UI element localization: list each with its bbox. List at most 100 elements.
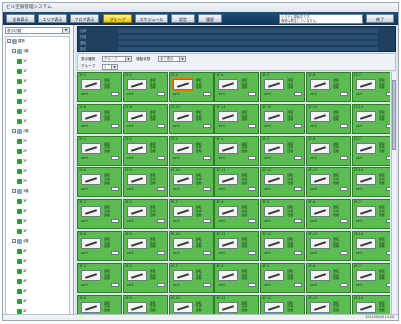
unit-card[interactable]: 4F-5 運転 冷房 自動 26℃ bbox=[260, 262, 306, 293]
unit-card[interactable]: 3F-7 運転 冷房 自動 26℃ bbox=[351, 199, 390, 230]
expand-toggle-icon[interactable]: − bbox=[7, 39, 11, 43]
tree-item[interactable]: 2F bbox=[17, 138, 27, 144]
toolbar-button-overview[interactable]: 全体表示 bbox=[6, 14, 35, 23]
unit-card[interactable]: 2F-4 運転 冷房 自動 26℃ bbox=[214, 135, 260, 166]
toolbar-button-history[interactable]: 履歴 bbox=[198, 14, 222, 23]
unit-card[interactable]: 1F-14 運転 冷房 自動 26℃ bbox=[351, 103, 390, 134]
tree-folder[interactable]: − 建物 bbox=[7, 38, 25, 44]
unit-card[interactable]: 1F-13 運転 冷房 自動 26℃ bbox=[306, 103, 351, 134]
tree-folder[interactable]: − 2階 bbox=[12, 128, 29, 134]
unit-card[interactable]: 3F-1 運転 冷房 自動 26℃ bbox=[77, 199, 122, 230]
tree-item[interactable]: 4F bbox=[17, 268, 27, 274]
unit-card[interactable]: 4F-3 運転 冷房 自動 26℃ bbox=[168, 262, 214, 293]
unit-card[interactable]: 1F-7 運転 冷房 自動 26℃ bbox=[351, 72, 390, 102]
unit-card[interactable]: 4F-4 運転 冷房 自動 26℃ bbox=[214, 262, 260, 293]
unit-card[interactable]: 3F-6 運転 冷房 自動 26℃ bbox=[306, 199, 351, 230]
unit-card[interactable]: 2F-10 運転 冷房 自動 26℃ bbox=[168, 167, 214, 198]
unit-mode-badge bbox=[385, 92, 390, 96]
unit-card[interactable]: 1F-5 運転 冷房 自動 26℃ bbox=[260, 72, 306, 102]
unit-mode-badge bbox=[111, 187, 119, 192]
unit-card[interactable]: 4F-6 運転 冷房 自動 26℃ bbox=[306, 262, 351, 293]
unit-status-line: 自動 bbox=[149, 85, 156, 90]
tree-item[interactable]: 4F bbox=[17, 258, 27, 264]
tree-folder[interactable]: − 3階 bbox=[12, 188, 29, 194]
tree-folder[interactable]: − 1階 bbox=[12, 48, 29, 54]
expand-toggle-icon[interactable]: − bbox=[12, 49, 16, 53]
unit-card[interactable]: 1F-3 運転 冷房 自動 26℃ bbox=[168, 72, 214, 102]
unit-card[interactable]: 2F-2 運転 冷房 自動 26℃ bbox=[122, 135, 168, 166]
unit-card[interactable]: 3F-9 運転 冷房 自動 26℃ bbox=[122, 231, 168, 261]
toolbar-button-floor[interactable]: フロア表示 bbox=[70, 14, 99, 23]
toolbar-button-group[interactable]: グループ bbox=[103, 14, 132, 23]
tree-item[interactable]: 2F bbox=[17, 168, 27, 174]
tree-item[interactable]: 1F bbox=[17, 108, 27, 114]
unit-card[interactable]: 3F-8 運転 冷房 自動 26℃ bbox=[77, 231, 122, 261]
expand-toggle-icon[interactable]: − bbox=[12, 239, 16, 243]
toolbar-button-area[interactable]: エリア表示 bbox=[38, 14, 67, 23]
toolbar-button-settings[interactable]: 設定 bbox=[171, 14, 195, 23]
unit-card[interactable]: 3F-10 運転 冷房 自動 26℃ bbox=[168, 231, 214, 261]
unit-card[interactable]: 3F-4 運転 冷房 自動 26℃ bbox=[214, 199, 260, 230]
unit-card[interactable]: 3F-11 運転 冷房 自動 26℃ bbox=[214, 231, 260, 261]
unit-card[interactable]: 1F-6 運転 冷房 自動 26℃ bbox=[306, 72, 351, 102]
tree-item[interactable]: 1F bbox=[17, 88, 27, 94]
unit-card[interactable]: 1F-11 運転 冷房 自動 26℃ bbox=[214, 103, 260, 134]
unit-card[interactable]: 3F-5 運転 冷房 自動 26℃ bbox=[260, 199, 306, 230]
unit-card[interactable]: 1F-10 運転 冷房 自動 26℃ bbox=[168, 103, 214, 134]
unit-card[interactable]: 2F-11 運転 冷房 自動 26℃ bbox=[214, 167, 260, 198]
expand-toggle-icon[interactable]: − bbox=[12, 189, 16, 193]
tree-item[interactable]: 3F bbox=[17, 198, 27, 204]
tree-item[interactable]: 2F bbox=[17, 178, 27, 184]
unit-card[interactable]: 2F-7 運転 冷房 自動 26℃ bbox=[351, 135, 390, 166]
tree-item[interactable]: 2F bbox=[17, 148, 27, 154]
unit-card[interactable]: 3F-2 運転 冷房 自動 26℃ bbox=[122, 199, 168, 230]
unit-card[interactable]: 2F-9 運転 冷房 自動 26℃ bbox=[122, 167, 168, 198]
tree-item[interactable]: 1F bbox=[17, 58, 27, 64]
unit-card[interactable]: 2F-8 運転 冷房 自動 26℃ bbox=[77, 167, 122, 198]
tree-item[interactable]: 4F bbox=[17, 248, 27, 254]
view-select[interactable]: 表示切替 ▼ bbox=[5, 27, 70, 34]
unit-card[interactable]: 2F-12 運転 冷房 自動 26℃ bbox=[260, 167, 306, 198]
info-label: 運転 bbox=[80, 41, 87, 45]
tree-item[interactable]: 4F bbox=[17, 298, 27, 304]
unit-card[interactable]: 1F-12 運転 冷房 自動 26℃ bbox=[260, 103, 306, 134]
toolbar-button-schedule[interactable]: スケジュール bbox=[135, 14, 168, 23]
unit-card[interactable]: 4F-7 運転 冷房 自動 26℃ bbox=[351, 262, 390, 293]
unit-card[interactable]: 1F-9 運転 冷房 自動 26℃ bbox=[122, 103, 168, 134]
unit-card[interactable]: 3F-3 運転 冷房 自動 26℃ bbox=[168, 199, 214, 230]
tree-item[interactable]: 4F bbox=[17, 288, 27, 294]
tree-item[interactable]: 3F bbox=[17, 208, 27, 214]
tree-item[interactable]: 3F bbox=[17, 228, 27, 234]
tree-item[interactable]: 3F bbox=[17, 218, 27, 224]
unit-card[interactable]: 1F-2 運転 冷房 自動 26℃ bbox=[122, 72, 168, 102]
unit-card[interactable]: 2F-5 運転 冷房 自動 26℃ bbox=[260, 135, 306, 166]
exit-button[interactable]: 終了 bbox=[366, 14, 394, 23]
unit-card[interactable]: 3F-13 運転 冷房 自動 26℃ bbox=[306, 231, 351, 261]
tree-item[interactable]: 4F bbox=[17, 278, 27, 284]
unit-card[interactable]: 1F-1 運転 冷房 自動 26℃ bbox=[77, 72, 122, 102]
tree-item[interactable]: 1F bbox=[17, 78, 27, 84]
unit-card[interactable]: 1F-8 運転 冷房 自動 26℃ bbox=[77, 103, 122, 134]
tree-folder[interactable]: − 4階 bbox=[12, 238, 29, 244]
filter-select-group[interactable]: 1 ▼ bbox=[102, 64, 118, 70]
unit-card[interactable]: 2F-13 運転 冷房 自動 26℃ bbox=[306, 167, 351, 198]
unit-card[interactable]: 2F-14 運転 冷房 自動 26℃ bbox=[351, 167, 390, 198]
tree-item[interactable]: 1F bbox=[17, 118, 27, 124]
tree-item[interactable]: 2F bbox=[17, 158, 27, 164]
tree-item[interactable]: 1F bbox=[17, 68, 27, 74]
unit-card[interactable]: 3F-12 運転 冷房 自動 26℃ bbox=[260, 231, 306, 261]
unit-card-name: 1F-13 bbox=[308, 104, 318, 109]
expand-toggle-icon[interactable]: − bbox=[12, 129, 16, 133]
unit-card[interactable]: 2F-3 運転 冷房 自動 26℃ bbox=[168, 135, 214, 166]
unit-card[interactable]: 3F-14 運転 冷房 自動 26℃ bbox=[351, 231, 390, 261]
vertical-scrollbar[interactable] bbox=[391, 72, 396, 319]
scrollbar-thumb[interactable] bbox=[392, 80, 396, 150]
unit-card[interactable]: 4F-2 運転 冷房 自動 26℃ bbox=[122, 262, 168, 293]
filter-select-status[interactable]: 全て表示 ▼ bbox=[158, 56, 186, 62]
unit-card[interactable]: 4F-1 運転 冷房 自動 26℃ bbox=[77, 262, 122, 293]
filter-select-type[interactable]: グループ ▼ bbox=[102, 56, 132, 62]
unit-card[interactable]: 2F-1 運転 冷房 自動 26℃ bbox=[77, 135, 122, 166]
unit-card[interactable]: 1F-4 運転 冷房 自動 26℃ bbox=[214, 72, 260, 102]
tree-item[interactable]: 1F bbox=[17, 98, 27, 104]
unit-card[interactable]: 2F-6 運転 冷房 自動 26℃ bbox=[306, 135, 351, 166]
